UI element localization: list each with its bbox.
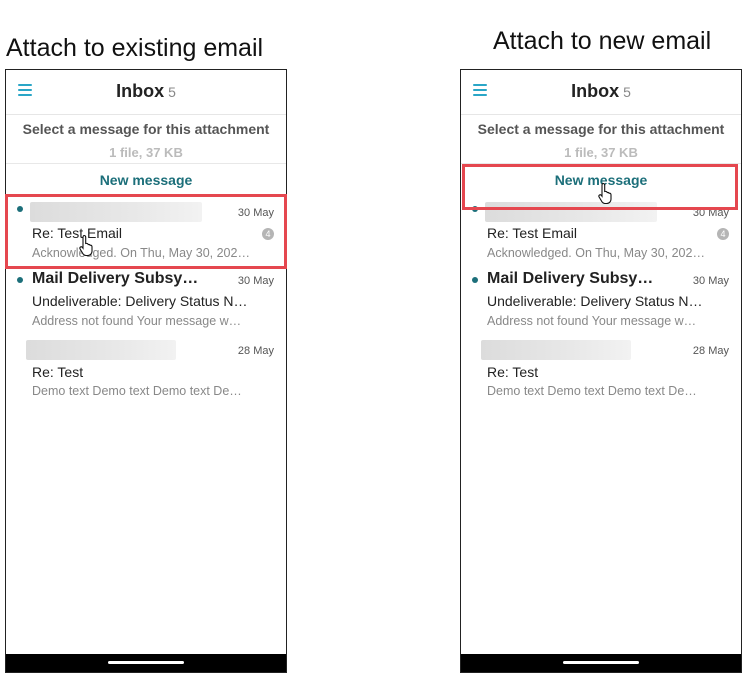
email-date: 30 May — [692, 275, 729, 287]
hand-cursor-icon — [79, 234, 93, 256]
new-message-button[interactable]: New message — [6, 163, 286, 196]
left-panel-caption: Attach to existing email — [6, 34, 264, 62]
email-subject: Undeliverable: Delivery Status N… — [32, 293, 248, 309]
sender-redacted — [26, 340, 176, 360]
email-preview: Acknowledged. On Thu, May 30, 202… — [487, 246, 705, 260]
email-preview: Address not found Your message w… — [32, 314, 242, 328]
right-panel-caption: Attach to new email — [493, 27, 712, 55]
file-info: 1 file, 37 KB — [109, 145, 183, 160]
inbox-count: 5 — [168, 84, 176, 100]
email-list-item[interactable]: 28 May Re: Test Demo text Demo text Demo… — [6, 338, 286, 406]
email-sender: Mail Delivery Subsy… — [487, 270, 654, 287]
left-phone-screen: Inbox 5 Select a message for this attachm… — [5, 69, 287, 673]
email-subject: Re: Test — [487, 364, 539, 380]
new-message-label: New message — [99, 172, 193, 188]
system-nav-bar — [6, 654, 286, 672]
email-list-item[interactable]: Mail Delivery Subsy… 30 May Undeliverabl… — [6, 268, 286, 336]
email-list-item[interactable]: 28 May Re: Test Demo text Demo text Demo… — [461, 338, 741, 406]
email-date: 28 May — [237, 345, 274, 357]
file-info: 1 file, 37 KB — [564, 145, 638, 160]
home-indicator[interactable] — [108, 661, 184, 664]
unread-dot-icon — [17, 277, 23, 283]
sender-redacted — [481, 340, 631, 360]
inbox-title: Inbox 5 — [571, 81, 631, 101]
email-list-item[interactable]: Mail Delivery Subsy… 30 May Undeliverabl… — [461, 268, 741, 336]
email-preview: Demo text Demo text Demo text De… — [32, 384, 242, 398]
inbox-count: 5 — [623, 84, 631, 100]
select-message-prompt: Select a message for this attachment — [477, 121, 725, 137]
email-subject: Re: Test Email — [487, 225, 577, 241]
home-indicator[interactable] — [563, 661, 639, 664]
email-preview: Address not found Your message w… — [487, 314, 697, 328]
email-preview: Demo text Demo text Demo text De… — [487, 384, 697, 398]
app-header: Inbox 5 — [461, 70, 741, 115]
select-message-prompt: Select a message for this attachment — [22, 121, 270, 137]
email-date: 30 May — [237, 275, 274, 287]
system-nav-bar — [461, 654, 741, 672]
thread-count-badge: 4 — [717, 228, 729, 240]
unread-dot-icon — [472, 277, 478, 283]
email-subject: Re: Test — [32, 364, 84, 380]
email-sender: Mail Delivery Subsy… — [32, 270, 199, 287]
app-header: Inbox 5 — [6, 70, 286, 115]
email-subject: Undeliverable: Delivery Status N… — [487, 293, 703, 309]
hand-cursor-icon — [598, 182, 612, 204]
email-date: 28 May — [692, 345, 729, 357]
highlight-box — [5, 194, 287, 269]
inbox-title: Inbox 5 — [116, 81, 176, 101]
right-phone-screen: Inbox 5 Select a message for this attachm… — [460, 69, 742, 673]
